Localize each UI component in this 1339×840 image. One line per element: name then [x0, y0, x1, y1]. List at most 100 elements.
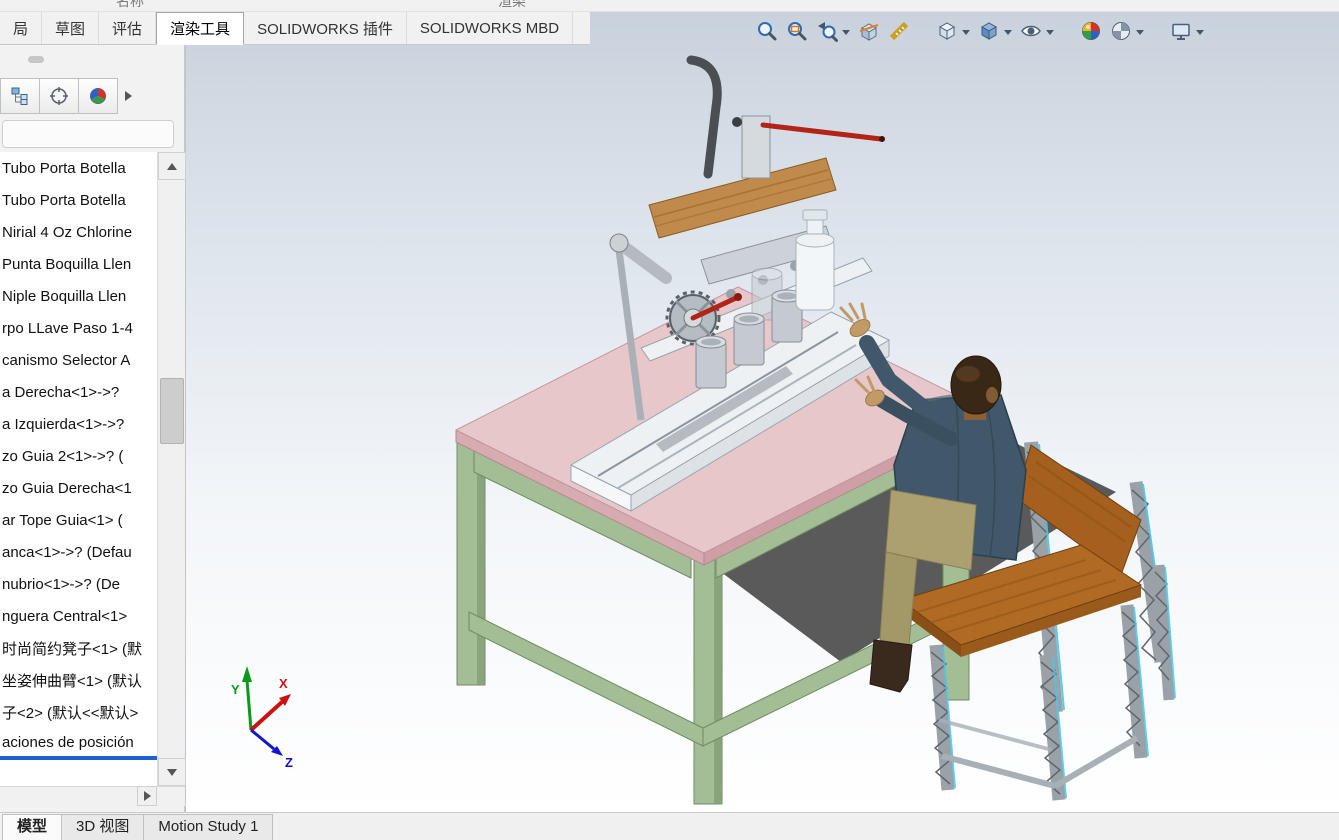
zoom-to-area-button[interactable] [782, 17, 812, 45]
clipped-toolbar-row: 名称 渲染 [0, 0, 1339, 12]
tree-item[interactable]: Punta Boquilla Llen [0, 248, 157, 280]
dropdown-caret[interactable] [1136, 29, 1144, 35]
chair-brace [1053, 735, 1139, 789]
display-style-icon [980, 22, 998, 40]
propertymanager-tab[interactable] [39, 78, 79, 114]
tree-item[interactable]: Tubo Porta Botella [0, 152, 157, 184]
zoom-to-area-icon [788, 22, 807, 41]
featuremanager-tab[interactable] [0, 78, 40, 114]
monitor-icon [1172, 23, 1190, 40]
y-axis-arrow [242, 666, 252, 682]
mannequin-ear [986, 387, 998, 403]
view-settings-button[interactable] [1166, 17, 1196, 45]
tree-item[interactable]: aciones de posición [0, 728, 157, 760]
crank-knob [734, 293, 742, 301]
table-shelf-rail-left[interactable] [468, 611, 704, 747]
panel-splitter-handle[interactable] [28, 56, 44, 63]
tree-item[interactable]: canismo Selector A [0, 344, 157, 376]
dropdown-caret[interactable] [842, 29, 850, 35]
section-view-button[interactable] [854, 17, 884, 45]
orientation-triad: Y X Z [231, 666, 293, 770]
machine-red-rod[interactable] [760, 122, 884, 142]
zoom-to-fit-icon [758, 22, 777, 41]
zoom-to-fit-button[interactable] [752, 17, 782, 45]
red-rod-tip [879, 136, 885, 142]
document-tabs: 模型 3D 视图 Motion Study 1 [2, 814, 274, 840]
document-tab[interactable]: Motion Study 1 [143, 814, 274, 840]
tree-item[interactable]: Tubo Porta Botella [0, 184, 157, 216]
tree-item[interactable]: anca<1>->? (Defau [0, 536, 157, 568]
cup-2[interactable] [733, 312, 765, 366]
dropdown-caret[interactable] [1196, 29, 1204, 35]
arrow-down-icon [167, 768, 177, 776]
dropdown-caret[interactable] [962, 29, 970, 35]
chevron-right-icon [124, 91, 132, 101]
ribbon-tab[interactable]: 草图 [42, 12, 100, 44]
feature-manager-panel: Tubo Porta Botella Tubo Porta Botella Ni… [0, 45, 186, 812]
ribbon-tab[interactable]: 评估 [99, 12, 157, 44]
clipped-label-render: 渲染 [498, 0, 526, 9]
panel-tab-strip [0, 78, 139, 114]
ribbon-tab[interactable]: 渲染工具 [156, 12, 245, 45]
graphics-viewport[interactable]: Y X Z [185, 12, 1339, 812]
tree-vertical-scrollbar[interactable] [157, 152, 186, 786]
tree-item[interactable]: Niple Boquilla Llen [0, 280, 157, 312]
clipped-label-name: 名称 [116, 0, 144, 9]
edit-appearance-button[interactable] [1076, 17, 1106, 45]
hair-highlight [956, 366, 980, 382]
y-axis-label: Y [231, 682, 240, 697]
tree-item[interactable]: ar Tope Guia<1> ( [0, 504, 157, 536]
tree-item[interactable]: nubrio<1>->? (De [0, 568, 157, 600]
machine-lever-handle[interactable] [686, 55, 722, 179]
feature-tree: Tubo Porta Botella Tubo Porta Botella Ni… [0, 152, 157, 786]
previous-view-button[interactable] [812, 17, 842, 45]
tree-item[interactable]: 子<2> (默认<<默认> [0, 696, 157, 728]
dropdown-caret[interactable] [1004, 29, 1012, 35]
tree-item[interactable]: 坐姿伸曲臂<1> (默认 [0, 664, 157, 696]
tree-item[interactable]: a Izquierda<1>->? [0, 408, 157, 440]
bottle[interactable] [795, 209, 835, 311]
mannequin-head[interactable] [950, 355, 1002, 415]
command-manager-tabs: 局 草图 评估 渲染工具 SOLIDWORKS 插件 SOLIDWORKS MB… [0, 12, 590, 45]
ribbon-tab[interactable]: 局 [0, 12, 43, 44]
apply-scene-button[interactable] [1106, 17, 1136, 45]
ribbon-tab[interactable]: SOLIDWORKS 插件 [244, 12, 407, 44]
scroll-up-button[interactable] [158, 152, 186, 180]
scroll-down-button[interactable] [158, 758, 186, 786]
cup-1[interactable] [695, 335, 727, 389]
ribbon-tab[interactable]: SOLIDWORKS MBD [407, 12, 574, 44]
scene-3d[interactable]: Y X Z [186, 12, 1339, 812]
tree-item[interactable]: Nirial 4 Oz Chlorine [0, 216, 157, 248]
tree-horizontal-scrollbar[interactable] [0, 786, 185, 806]
document-tab-bar: 模型 3D 视图 Motion Study 1 [0, 812, 1339, 840]
hide-show-items-button[interactable] [1016, 17, 1046, 45]
tree-item[interactable]: zo Guia 2<1>->? ( [0, 440, 157, 472]
document-tab[interactable]: 3D 视图 [61, 814, 145, 840]
machine-pivot [732, 117, 742, 127]
crosshair-icon [50, 87, 68, 105]
tree-item[interactable]: 时尚简约凳子<1> (默 [0, 632, 157, 664]
tree-item[interactable]: rpo LLave Paso 1-4 [0, 312, 157, 344]
previous-view-icon [818, 22, 838, 42]
view-orientation-button[interactable] [932, 17, 962, 45]
panel-tab-overflow-button[interactable] [117, 78, 139, 114]
arrow-right-icon [143, 791, 151, 801]
display-style-button[interactable] [974, 17, 1004, 45]
tree-item[interactable]: nguera Central<1> [0, 600, 157, 632]
displaymanager-tab[interactable] [78, 78, 118, 114]
tree-filter-box[interactable] [2, 120, 174, 148]
mannequin-boot[interactable] [869, 639, 913, 693]
view-orientation-icon [938, 22, 956, 40]
color-wheel-icon [90, 88, 106, 104]
measure-button[interactable] [884, 17, 914, 45]
dropdown-caret[interactable] [1046, 29, 1054, 35]
document-tab[interactable]: 模型 [2, 814, 63, 840]
scroll-right-button[interactable] [137, 786, 157, 806]
measure-icon [889, 21, 909, 41]
heads-up-view-toolbar [752, 16, 1208, 46]
scrollbar-thumb[interactable] [160, 378, 184, 444]
chair-brace [938, 718, 1053, 752]
tree-item[interactable]: zo Guia Derecha<1 [0, 472, 157, 504]
tree-item[interactable]: a Derecha<1>->? [0, 376, 157, 408]
chair-brace [941, 753, 1056, 789]
